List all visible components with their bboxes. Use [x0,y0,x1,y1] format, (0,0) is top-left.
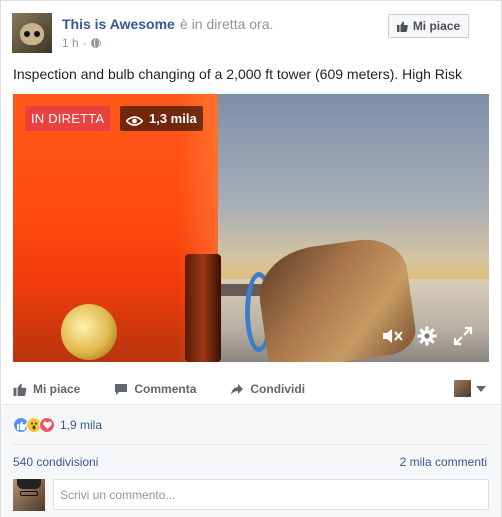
viewers-badge: 1,3 mila [120,106,203,131]
like-label: Mi piace [33,382,81,396]
avatar-hair [17,479,41,489]
eye-icon [125,114,144,126]
mute-icon[interactable] [381,324,405,348]
tower-bulb [61,304,117,360]
page-avatar[interactable] [12,13,52,53]
live-badge: IN DIRETTA [25,106,111,131]
like-button[interactable]: Mi piace [13,382,80,396]
settings-gear-icon[interactable] [415,324,439,348]
share-label: Condividi [250,382,306,396]
post-time[interactable]: 1 h [62,36,79,50]
tower-pole [185,254,221,362]
post-as-avatar[interactable] [454,380,471,397]
page-name-link[interactable]: This is Awesome [62,16,175,32]
post-meta: 1 h · [62,36,101,50]
divider [13,444,489,445]
post-action-bar: Mi piace Commenta Condividi [13,374,489,404]
viewers-count: 1,3 mila [149,111,197,126]
shares-count[interactable]: 540 condivisioni [13,455,98,469]
thumbs-up-icon [13,383,27,396]
fullscreen-icon[interactable] [451,324,475,348]
live-status-text: è in diretta ora. [180,16,274,32]
commenter-avatar [13,479,45,511]
divider [2,404,502,405]
thumbs-up-icon [396,21,408,32]
live-video-player[interactable]: IN DIRETTA 1,3 mila [13,94,489,362]
post-text: Inspection and bulb changing of a 2,000 … [13,66,463,82]
globe-icon [90,38,101,48]
reaction-count[interactable]: 1,9 mila [60,418,102,432]
share-arrow-icon [230,383,244,396]
like-page-button[interactable]: Mi piace [388,14,469,38]
avatar-glasses [20,491,38,496]
comment-label: Commenta [134,382,197,396]
comment-button[interactable]: Commenta [114,382,196,396]
eye-right [34,31,40,37]
eye-left [24,31,30,37]
share-button[interactable]: Condividi [230,382,305,396]
comment-bubble-icon [114,383,128,396]
meta-separator: · [82,36,87,50]
comment-input[interactable]: Scrivi un commento... [53,479,489,510]
post-card: This is Awesome è in diretta ora. 1 h · … [0,0,502,517]
like-page-label: Mi piace [412,19,461,33]
pug-face [20,23,44,45]
comments-count[interactable]: 2 mila commenti [400,455,487,469]
love-reaction-icon [39,417,55,433]
chevron-down-icon[interactable] [476,386,486,392]
reactions-summary[interactable]: 1,9 mila [13,417,102,433]
